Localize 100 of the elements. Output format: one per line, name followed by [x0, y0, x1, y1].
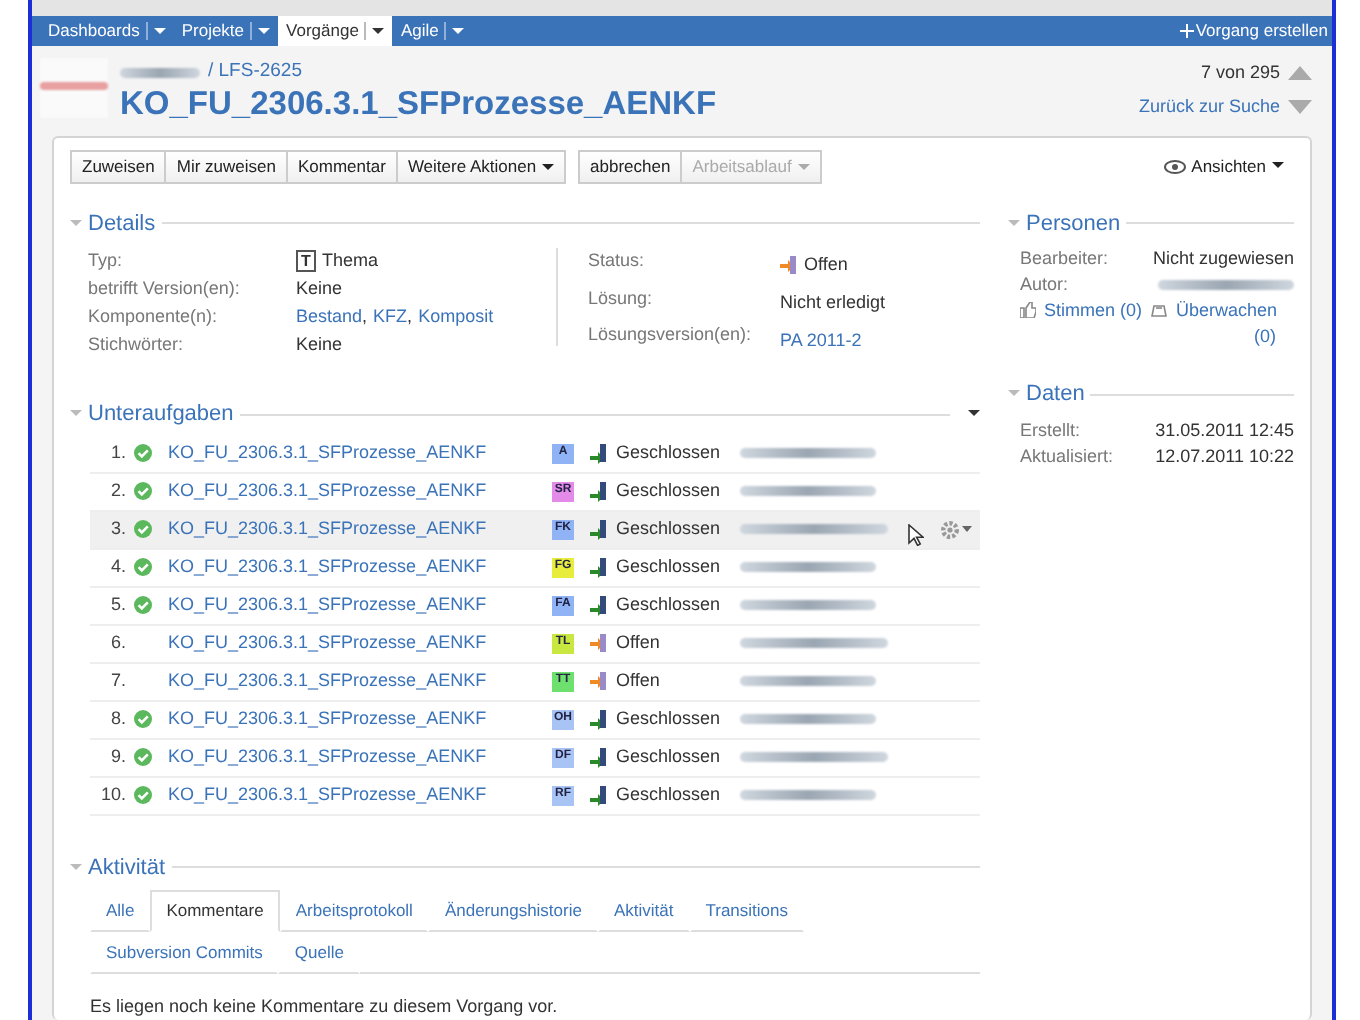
- subtask-link[interactable]: KO_FU_2306.3.1_SFProzesse_AENKF: [168, 629, 544, 657]
- date-value: 31.05.2011 12:45: [1153, 417, 1294, 443]
- issue-title: KO_FU_2306.3.1_SFProzesse_AENKF: [120, 86, 719, 123]
- nav-tab[interactable]: Agile: [392, 16, 473, 46]
- subtask-link[interactable]: KO_FU_2306.3.1_SFProzesse_AENKF: [168, 477, 544, 505]
- subtask-link[interactable]: KO_FU_2306.3.1_SFProzesse_AENKF: [168, 553, 544, 581]
- toolbar-button[interactable]: Mir zuweisen: [166, 150, 288, 183]
- field-label: Lösung:: [588, 285, 655, 312]
- blurred-assignee: [740, 562, 876, 572]
- thumbs-up-icon: [1020, 302, 1036, 318]
- field-label: Typ:: [88, 248, 125, 274]
- toolbar-button[interactable]: abbrechen: [578, 150, 683, 183]
- blurred-assignee: [740, 714, 876, 724]
- collapse-icon: [1008, 390, 1020, 399]
- field-label: Bearbeiter:: [1020, 246, 1111, 272]
- nav-tab[interactable]: Dashboards: [40, 16, 174, 46]
- field-link[interactable]: Bestand: [296, 304, 363, 330]
- caret-icon: [452, 26, 465, 37]
- field-label: Status:: [588, 248, 647, 274]
- field-label: Stichwörter:: [88, 332, 186, 358]
- collapse-icon: [70, 410, 82, 419]
- views-button[interactable]: Ansichten: [1153, 152, 1294, 181]
- votes-link[interactable]: Stimmen (0): [1044, 298, 1143, 324]
- subtask-link[interactable]: KO_FU_2306.3.1_SFProzesse_AENKF: [168, 591, 544, 619]
- date-value: 12.07.2011 10:22: [1153, 443, 1294, 469]
- section-heading[interactable]: Daten: [1026, 378, 1085, 411]
- field-label: Aktualisiert:: [1020, 443, 1116, 469]
- field-value: Thema: [322, 248, 379, 274]
- caret-icon: [1272, 162, 1284, 171]
- activity-tab[interactable]: Änderungshistorie: [428, 890, 598, 932]
- nav-tab[interactable]: Vorgänge: [278, 16, 393, 46]
- subtask-link[interactable]: KO_FU_2306.3.1_SFProzesse_AENKF: [168, 743, 544, 771]
- empty-comments-message: Es liegen noch keine Kommentare zu diesem Vorgang vor.: [90, 993, 560, 1020]
- field-label: Komponente(n):: [88, 304, 220, 330]
- open-status-icon: [780, 255, 798, 276]
- watch-link[interactable]: Überwachen (0): [1176, 298, 1277, 350]
- section-heading[interactable]: Unteraufgaben: [88, 398, 234, 431]
- status-text: Geschlossen: [616, 743, 723, 770]
- field-value: Offen: [804, 252, 848, 279]
- activity-tab[interactable]: Aktivität: [597, 890, 690, 932]
- toolbar-button[interactable]: Zuweisen: [70, 150, 167, 183]
- activity-tab[interactable]: Quelle: [278, 931, 360, 973]
- issue-position: 7 von 295: [1198, 59, 1280, 86]
- separator-text: ,: [407, 304, 413, 330]
- create-issue-button[interactable]: Vorgang erstellen: [1167, 16, 1332, 46]
- toolbar-button[interactable]: Kommentar: [288, 150, 398, 183]
- activity-tab[interactable]: Arbeitsprotokoll: [279, 890, 429, 932]
- subtask-link[interactable]: KO_FU_2306.3.1_SFProzesse_AENKF: [168, 439, 544, 467]
- field-label: Lösungsversion(en):: [588, 322, 754, 349]
- caret-icon: [968, 410, 980, 419]
- row-number: 4.: [108, 553, 126, 580]
- activity-tab[interactable]: Kommentare: [150, 890, 280, 932]
- status-text: Geschlossen: [616, 553, 723, 580]
- caret-icon: [797, 164, 810, 173]
- caret-icon: [258, 26, 271, 37]
- subtask-link[interactable]: KO_FU_2306.3.1_SFProzesse_AENKF: [168, 781, 544, 809]
- status-text: Geschlossen: [616, 781, 723, 808]
- section-heading[interactable]: Personen: [1026, 207, 1121, 240]
- field-value: Keine: [296, 332, 343, 358]
- subtask-link[interactable]: KO_FU_2306.3.1_SFProzesse_AENKF: [168, 667, 544, 695]
- section-heading[interactable]: Aktivität: [88, 851, 166, 884]
- subtask-link[interactable]: KO_FU_2306.3.1_SFProzesse_AENKF: [168, 705, 544, 733]
- blurred-assignee: [740, 600, 876, 610]
- blurred-assignee: [740, 790, 876, 800]
- field-value: Nicht zugewiesen: [1150, 246, 1294, 272]
- activity-tab[interactable]: Alle: [90, 890, 151, 932]
- section-heading[interactable]: Details: [88, 207, 156, 240]
- status-text: Geschlossen: [616, 515, 723, 542]
- row-number: 10.: [98, 781, 126, 808]
- row-number: 9.: [108, 743, 126, 770]
- type-icon: T: [296, 250, 316, 272]
- collapse-icon: [1008, 219, 1020, 228]
- blurred-assignee: [740, 486, 876, 496]
- back-to-search-link[interactable]: Zurück zur Suche: [1138, 94, 1280, 122]
- field-link[interactable]: KFZ: [373, 304, 408, 330]
- activity-tab[interactable]: Transitions: [689, 890, 804, 932]
- status-text: Offen: [616, 667, 662, 694]
- row-number: 7.: [108, 667, 126, 694]
- status-text: Geschlossen: [616, 439, 723, 466]
- activity-tab[interactable]: Subversion Commits: [90, 931, 279, 973]
- subtask-link[interactable]: KO_FU_2306.3.1_SFProzesse_AENKF: [168, 515, 544, 543]
- field-value: Nicht erledigt: [780, 289, 886, 316]
- cursor-icon: [908, 524, 924, 546]
- toolbar-button[interactable]: Weitere Aktionen: [397, 150, 567, 183]
- breadcrumb-link[interactable]: / LFS-2625: [208, 57, 302, 87]
- row-number: 8.: [108, 705, 126, 732]
- row-number: 6.: [108, 629, 126, 656]
- nav-tab[interactable]: Projekte: [173, 16, 279, 46]
- blurred-author: [1158, 280, 1294, 290]
- field-label: betrifft Version(en):: [88, 276, 242, 302]
- separator-text: ,: [362, 304, 368, 330]
- status-text: Offen: [616, 629, 662, 656]
- plus-icon: [1179, 24, 1194, 39]
- row-number: 5.: [108, 591, 126, 618]
- down-arrow-icon: [1288, 100, 1312, 115]
- field-link[interactable]: PA 2011-2: [780, 327, 862, 354]
- field-link[interactable]: Komposit: [418, 304, 494, 330]
- status-text: Geschlossen: [616, 591, 723, 618]
- row-number: 1.: [108, 439, 126, 466]
- caret-icon: [962, 526, 972, 532]
